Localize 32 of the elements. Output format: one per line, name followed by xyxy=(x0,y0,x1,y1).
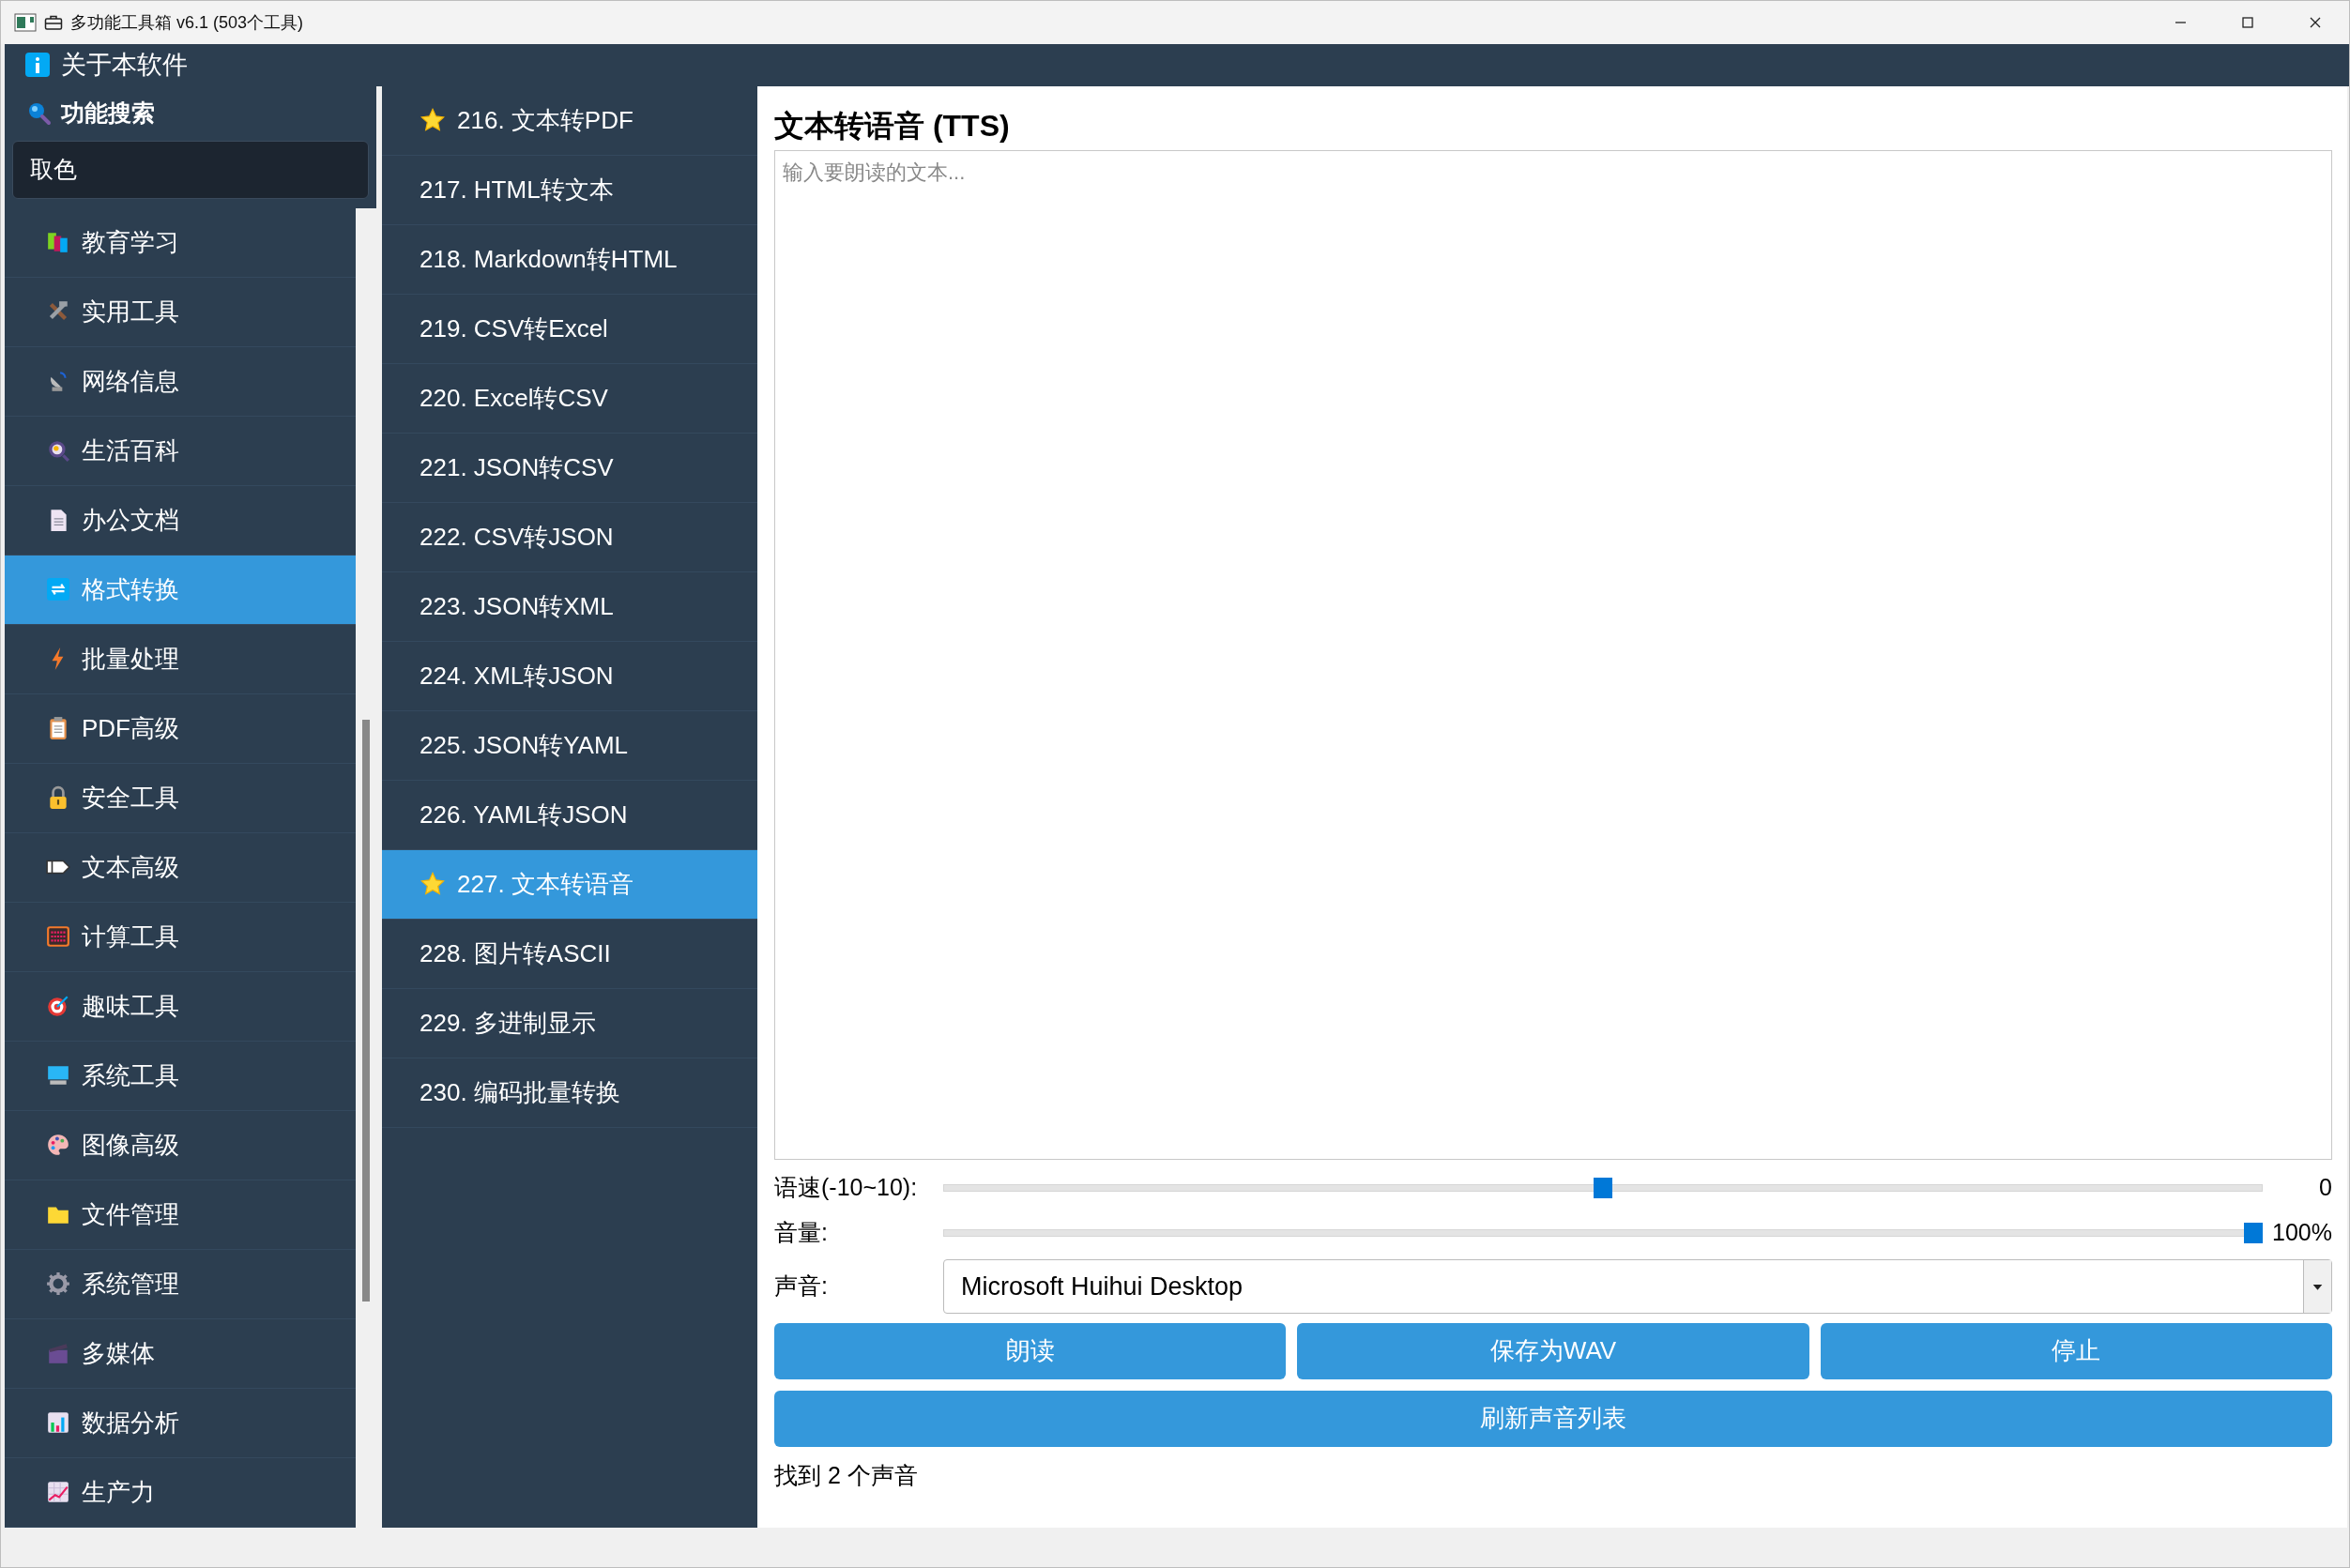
search-icon xyxy=(27,100,52,126)
window-title: 多功能工具箱 v6.1 (503个工具) xyxy=(70,11,304,34)
briefcase-icon xyxy=(44,14,63,31)
text-input-area[interactable]: 输入要朗读的文本... xyxy=(774,149,2332,1160)
palette-icon xyxy=(46,1133,70,1158)
gear-icon xyxy=(46,1271,70,1297)
voice-label: 声音: xyxy=(774,1271,829,1302)
search-title: 功能搜索 xyxy=(61,99,155,129)
status-text: 找到 2 个声音 xyxy=(774,1460,919,1490)
slider-thumb[interactable] xyxy=(1594,1177,1612,1198)
info-icon xyxy=(25,53,50,78)
voice-dropdown[interactable]: Microsoft Huihui Desktop xyxy=(943,1258,2332,1314)
speed-slider[interactable] xyxy=(943,1177,2263,1198)
abacus-icon xyxy=(46,924,70,950)
app-icon xyxy=(14,13,37,32)
panel-title: 文本转语音 (TTS) xyxy=(774,107,1011,145)
search-field[interactable]: 取色 xyxy=(12,140,369,199)
scrollbar-thumb[interactable] xyxy=(362,719,370,1302)
line-chart-icon xyxy=(46,1480,70,1505)
bar-chart-icon xyxy=(46,1410,70,1436)
clapperboard-icon xyxy=(46,1341,70,1366)
speed-value: 0 xyxy=(2318,1173,2332,1203)
speed-label: 语速(-10~10): xyxy=(774,1173,919,1203)
volume-label: 音量: xyxy=(774,1218,829,1248)
target-icon xyxy=(46,994,70,1019)
about-button[interactable]: 关于本软件 xyxy=(25,46,188,84)
books-icon xyxy=(46,230,70,255)
volume-slider[interactable] xyxy=(943,1222,2263,1243)
magnifier-icon xyxy=(46,438,70,464)
volume-value: 100% xyxy=(2271,1218,2332,1248)
repeat-icon xyxy=(46,577,70,602)
slider-thumb[interactable] xyxy=(2244,1222,2263,1243)
